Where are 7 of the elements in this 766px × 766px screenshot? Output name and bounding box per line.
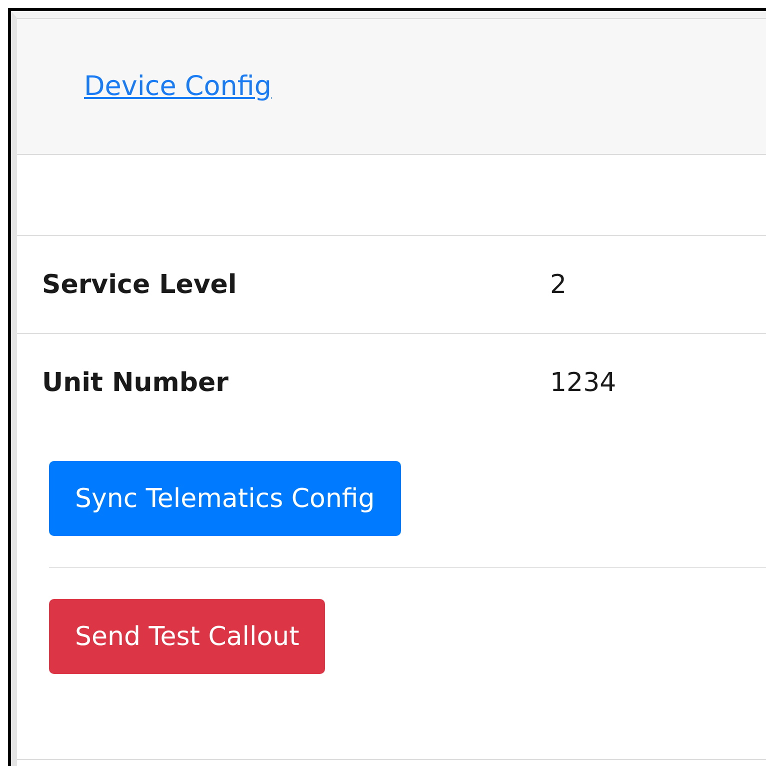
device-config-link[interactable]: Device Config xyxy=(84,71,272,102)
action-button[interactable]: Sync Telematics Config xyxy=(49,461,401,536)
field-label: Service Level xyxy=(42,270,238,300)
field-value: 1234 xyxy=(550,368,616,398)
action-button[interactable]: Send Test Callout xyxy=(49,599,326,674)
field-value: 2 xyxy=(550,270,567,300)
field-label: Unit Number xyxy=(42,368,230,398)
